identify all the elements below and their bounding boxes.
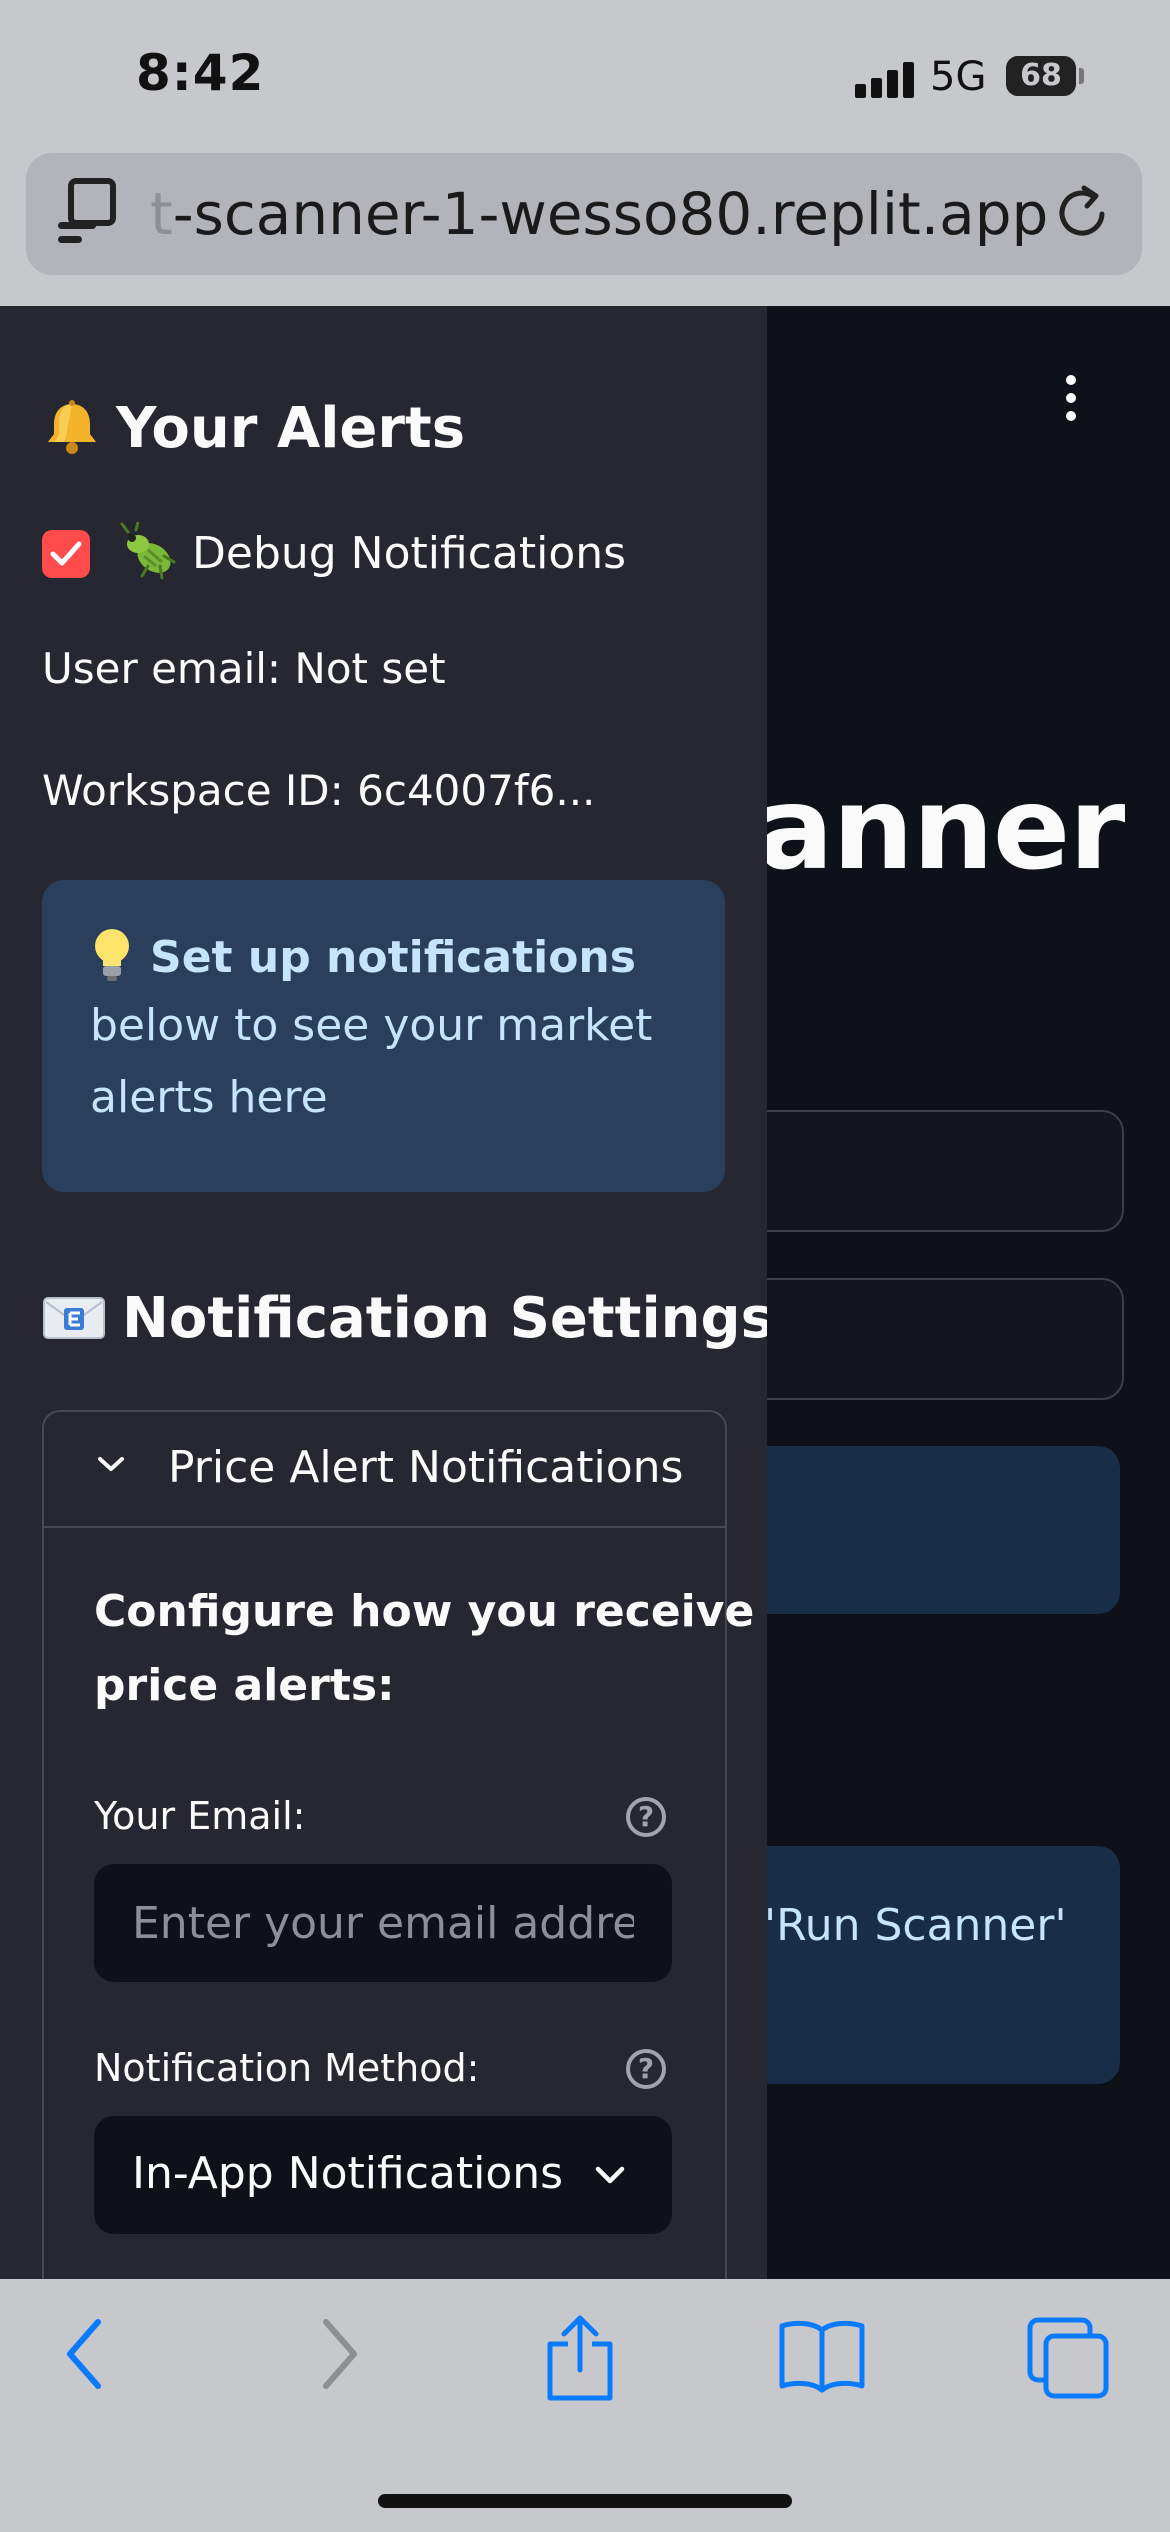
chevron-down-icon bbox=[98, 1457, 124, 1471]
more-options-icon[interactable] bbox=[1066, 375, 1080, 429]
sidebar: Your Alerts Debug Notifications User ema… bbox=[0, 306, 767, 2279]
debug-checkbox-label: Debug Notifications bbox=[192, 528, 627, 579]
main-info-text: 'Run Scanner' bbox=[764, 1900, 1067, 1951]
expander-title: Price Alert Notifications bbox=[168, 1442, 684, 1493]
bell-icon bbox=[48, 399, 96, 454]
help-icon[interactable]: ? bbox=[626, 2049, 666, 2089]
price-alert-expander: Price Alert Notifications Configure how … bbox=[42, 1410, 754, 2279]
reload-icon[interactable] bbox=[1050, 180, 1114, 244]
bug-icon bbox=[120, 522, 176, 580]
notification-method-value: In-App Notifications bbox=[132, 2148, 564, 2199]
info-box: Set up notifications below to see your m… bbox=[42, 880, 725, 1192]
notification-method-label: Notification Method: bbox=[94, 2046, 480, 2090]
info-line-3: alerts here bbox=[90, 1072, 328, 1123]
network-type: 5G bbox=[930, 54, 987, 100]
info-line-2: below to see your market bbox=[90, 1000, 653, 1051]
alerts-heading: Your Alerts bbox=[42, 396, 465, 462]
configure-heading-line-1: Configure how you receive bbox=[94, 1586, 755, 1637]
tabs-icon[interactable] bbox=[1024, 2314, 1114, 2404]
workspace-id-text: Workspace ID: 6c4007f6... bbox=[42, 766, 596, 815]
email-field[interactable] bbox=[94, 1864, 672, 1982]
expander-header[interactable]: Price Alert Notifications bbox=[44, 1412, 725, 1528]
battery-icon: 68 bbox=[1006, 56, 1076, 96]
help-icon[interactable]: ? bbox=[626, 1797, 666, 1837]
debug-checkbox[interactable] bbox=[42, 530, 90, 578]
page-menu-icon[interactable] bbox=[58, 178, 120, 244]
signal-icon bbox=[855, 62, 915, 98]
browser-top-bar: 8:42 5G 68 t-scanner-1-wesso80.replit.ap… bbox=[0, 0, 1170, 306]
configure-heading-line-2: price alerts: bbox=[94, 1660, 395, 1711]
envelope-icon bbox=[43, 1296, 105, 1339]
info-line-1: Set up notifications bbox=[90, 929, 636, 988]
home-indicator bbox=[378, 2494, 792, 2508]
forward-icon[interactable] bbox=[314, 2314, 364, 2394]
url-text[interactable]: t-scanner-1-wesso80.replit.app bbox=[150, 180, 1048, 248]
chevron-down-icon bbox=[595, 2166, 625, 2184]
notification-method-select[interactable]: In-App Notifications bbox=[94, 2116, 672, 2234]
bookmarks-icon[interactable] bbox=[776, 2314, 868, 2394]
share-icon[interactable] bbox=[540, 2314, 620, 2404]
email-label: Your Email: bbox=[94, 1794, 306, 1838]
status-time: 8:42 bbox=[136, 44, 265, 102]
back-icon[interactable] bbox=[60, 2314, 110, 2394]
lightbulb-icon bbox=[95, 929, 129, 981]
battery-tip bbox=[1079, 68, 1084, 84]
user-email-text: User email: Not set bbox=[42, 644, 446, 693]
notification-settings-heading: Notification Settings bbox=[42, 1286, 767, 1351]
